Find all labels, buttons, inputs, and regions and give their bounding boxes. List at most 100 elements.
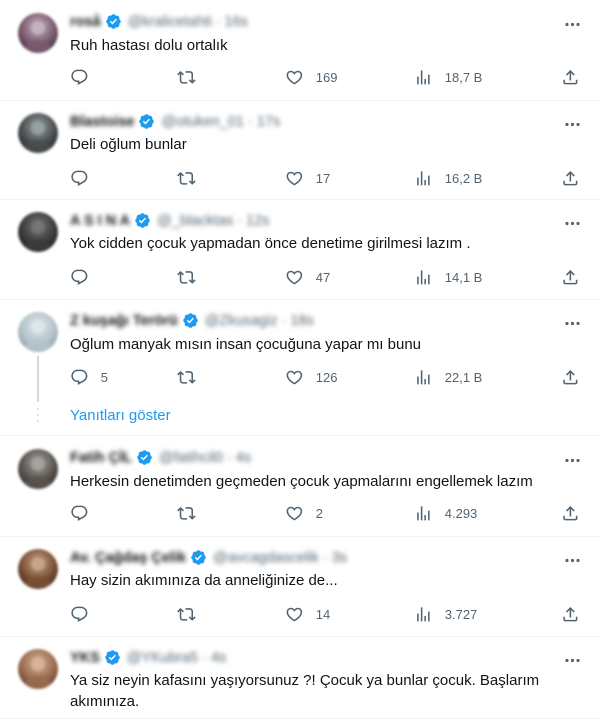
reply-button[interactable]: [70, 168, 101, 188]
share-button[interactable]: [561, 267, 580, 287]
tweet[interactable]: Fatih ÇİL @fatihcil0 · 4s Herkesin denetim…: [0, 436, 600, 537]
tweet[interactable]: Av. Çağdaş Çelik @avcagdascelik · 3s Hay s…: [0, 537, 600, 637]
likes-count: 14: [315, 606, 331, 622]
display-name[interactable]: Fatih ÇİL: [70, 450, 132, 466]
retweet-button[interactable]: [177, 267, 208, 287]
tweet[interactable]: roså @kralicetahti · 16s Ruh hastası dolu …: [0, 0, 600, 101]
retweet-icon: [177, 368, 196, 387]
more-icon[interactable]: [562, 213, 582, 233]
likes-count: 2: [315, 505, 323, 521]
tweet-header: Fatih ÇİL @fatihcil0 · 4s: [70, 449, 251, 466]
likes-count: 126: [315, 369, 338, 385]
heart-icon: [285, 268, 304, 287]
share-button[interactable]: [561, 604, 580, 624]
views-button[interactable]: 3.727: [414, 604, 477, 624]
display-name[interactable]: Av. Çağdaş Çelik: [70, 550, 186, 566]
tweet-header: YKS @YKubra5 · 4s: [70, 649, 226, 666]
avatar[interactable]: [18, 13, 58, 53]
avatar[interactable]: [18, 649, 58, 689]
reply-button[interactable]: [70, 267, 101, 287]
more-icon[interactable]: [562, 550, 582, 570]
views-button[interactable]: 4.293: [414, 503, 477, 523]
reply-button[interactable]: [70, 604, 101, 624]
heart-icon: [285, 169, 304, 188]
share-icon: [561, 68, 580, 87]
handle-and-time[interactable]: @YKubra5 · 4s: [127, 650, 226, 666]
views-count: 16,2 B: [444, 170, 483, 186]
tweet-actions: 2 4.293: [70, 503, 580, 523]
views-button[interactable]: 22,1 B: [414, 367, 482, 387]
views-button[interactable]: 18,7 B: [414, 67, 482, 87]
tweet-actions: 47 14,1 B: [70, 267, 580, 287]
handle-and-time[interactable]: @kralicetahti · 16s: [128, 14, 248, 30]
share-icon: [561, 504, 580, 523]
share-button[interactable]: [561, 367, 580, 387]
share-button[interactable]: [561, 503, 580, 523]
reply-button[interactable]: [70, 67, 101, 87]
retweet-button[interactable]: [177, 367, 208, 387]
tweet-text: Herkesin denetimden geçmeden çocuk yapma…: [70, 473, 533, 490]
more-icon[interactable]: [562, 114, 582, 134]
share-button[interactable]: [561, 67, 580, 87]
tweet[interactable]: YKS @YKubra5 · 4s Ya siz neyin kafasını ya…: [0, 637, 600, 719]
reply-icon: [70, 605, 89, 624]
views-count: 18,7 B: [444, 69, 483, 85]
verified-badge-icon: [190, 549, 207, 566]
tweet-header: roså @kralicetahti · 16s: [70, 13, 248, 30]
views-count: 22,1 B: [444, 369, 483, 385]
reply-feed: roså @kralicetahti · 16s Ruh hastası dolu …: [0, 0, 600, 719]
reply-icon: [70, 268, 89, 287]
handle-and-time[interactable]: @Zkusagiz · 18s: [205, 313, 314, 329]
more-icon[interactable]: [562, 14, 582, 34]
retweet-button[interactable]: [177, 604, 208, 624]
handle-and-time[interactable]: @_blacktas · 12s: [157, 213, 269, 229]
more-icon[interactable]: [562, 650, 582, 670]
like-button[interactable]: 126: [285, 367, 337, 387]
tweet[interactable]: A S I N A @_blacktas · 12s Yok cidden çocu…: [0, 200, 600, 300]
tweet-text: Yok cidden çocuk yapmadan önce denetime …: [70, 235, 471, 252]
like-button[interactable]: 14: [285, 604, 330, 624]
like-button[interactable]: 17: [285, 168, 330, 188]
tweet-text: Oğlum manyak mısın insan çocuğuna yapar …: [70, 336, 422, 353]
reply-button[interactable]: [70, 503, 101, 523]
show-replies-link[interactable]: Yanıtları göster: [70, 407, 171, 424]
more-icon[interactable]: [562, 450, 582, 470]
replies-count: 5: [100, 369, 108, 385]
display-name[interactable]: YKS: [70, 650, 100, 666]
views-icon: [414, 605, 433, 624]
retweet-button[interactable]: [177, 168, 208, 188]
retweet-button[interactable]: [177, 503, 208, 523]
more-icon[interactable]: [562, 313, 582, 333]
share-icon: [561, 169, 580, 188]
avatar[interactable]: [18, 449, 58, 489]
handle-and-time[interactable]: @avcagdascelik · 3s: [213, 550, 347, 566]
avatar[interactable]: [18, 312, 58, 352]
tweet-text: Ya siz neyin kafasını yaşıyorsunuz ?! Ço…: [70, 672, 540, 710]
thread-line: [37, 356, 39, 402]
tweet-actions: 5 126 22,1 B: [70, 367, 580, 387]
tweet[interactable]: Blastoise @otuken_01 · 17s Deli oğlum bunl…: [0, 101, 600, 200]
handle-and-time[interactable]: @fatihcil0 · 4s: [159, 450, 251, 466]
tweet-header: A S I N A @_blacktas · 12s: [70, 212, 269, 229]
views-button[interactable]: 16,2 B: [414, 168, 482, 188]
reply-button[interactable]: 5: [70, 367, 108, 387]
avatar[interactable]: [18, 549, 58, 589]
handle-and-time[interactable]: @otuken_01 · 17s: [161, 114, 280, 130]
tweet[interactable]: Z kuşağı Terörü @Zkusagiz · 18s Oğlum many…: [0, 300, 600, 436]
like-button[interactable]: 169: [285, 67, 337, 87]
display-name[interactable]: Blastoise: [70, 114, 134, 130]
display-name[interactable]: A S I N A: [70, 213, 130, 229]
display-name[interactable]: roså: [70, 14, 101, 30]
like-button[interactable]: 47: [285, 267, 330, 287]
tweet-header: Av. Çağdaş Çelik @avcagdascelik · 3s: [70, 549, 347, 566]
display-name[interactable]: Z kuşağı Terörü: [70, 313, 178, 329]
tweet-text: Hay sizin akımınıza da anneliğinize de..…: [70, 572, 338, 589]
views-button[interactable]: 14,1 B: [414, 267, 482, 287]
avatar[interactable]: [18, 212, 58, 252]
avatar[interactable]: [18, 113, 58, 153]
like-button[interactable]: 2: [285, 503, 323, 523]
verified-badge-icon: [138, 113, 155, 130]
retweet-button[interactable]: [177, 67, 208, 87]
likes-count: 17: [315, 170, 331, 186]
share-button[interactable]: [561, 168, 580, 188]
